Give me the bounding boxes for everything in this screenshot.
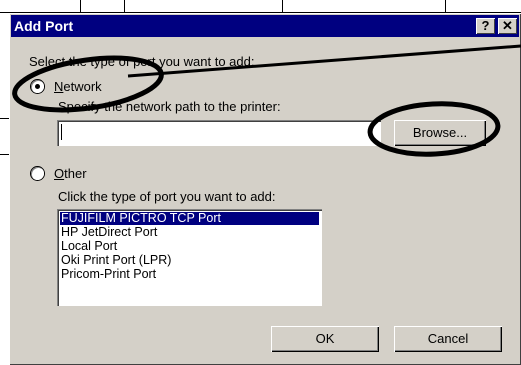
other-description: Click the type of port you want to add: (58, 189, 276, 204)
help-button[interactable]: ? (476, 18, 495, 34)
bg-divider (0, 118, 9, 119)
text-caret (61, 124, 62, 140)
port-list-item[interactable]: Pricom-Print Port (60, 268, 156, 281)
browse-button-label: Browse... (412, 125, 468, 140)
close-button[interactable]: ✕ (498, 18, 517, 34)
port-list-item[interactable]: HP JetDirect Port (60, 226, 157, 239)
radio-selected-dot (35, 84, 40, 89)
ok-button-label: OK (315, 331, 335, 346)
dialog-prompt: Select the type of port you want to add: (29, 54, 255, 69)
cancel-button-label: Cancel (427, 331, 469, 346)
add-port-dialog: Add Port ? ✕ Select the type of port you… (9, 13, 521, 365)
browse-button[interactable]: Browse... (394, 120, 486, 146)
network-description: Specify the network path to the printer: (58, 99, 281, 114)
title-bar: Add Port ? ✕ (11, 15, 519, 37)
cancel-button[interactable]: Cancel (394, 326, 502, 352)
bg-divider (0, 154, 9, 155)
other-label[interactable]: Other (54, 166, 87, 182)
network-radio[interactable] (31, 80, 44, 93)
port-list-item[interactable]: FUJIFILM PICTRO TCP Port (60, 212, 319, 225)
help-icon: ? (481, 18, 490, 33)
network-label[interactable]: Network (54, 79, 102, 95)
network-label-text: Network (54, 79, 102, 94)
network-path-input[interactable] (57, 120, 381, 146)
dialog-title: Add Port (14, 18, 74, 34)
other-radio[interactable] (31, 167, 44, 180)
close-icon: ✕ (502, 18, 513, 33)
port-type-list[interactable]: FUJIFILM PICTRO TCP Port HP JetDirect Po… (57, 209, 322, 306)
ok-button[interactable]: OK (271, 326, 379, 352)
port-list-item[interactable]: Oki Print Port (LPR) (60, 254, 171, 267)
other-label-text: Other (54, 166, 87, 181)
port-list-item[interactable]: Local Port (60, 240, 117, 253)
